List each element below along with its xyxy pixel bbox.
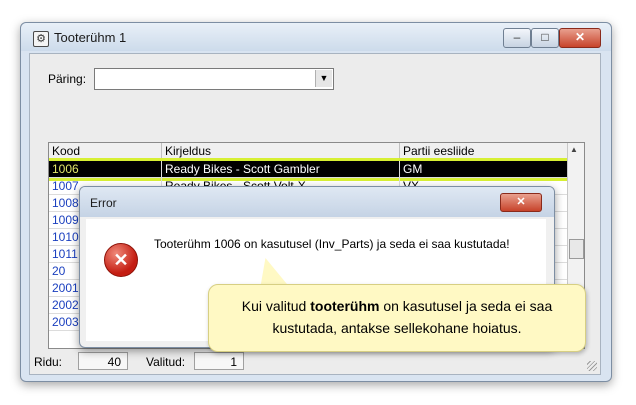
status-bar: Ridu: 40 Valitud: 1 bbox=[30, 350, 600, 374]
table-row[interactable]: 1006 Ready Bikes - Scott Gambler GM bbox=[49, 158, 571, 181]
error-dialog-title: Error bbox=[90, 196, 117, 210]
app-icon: ⚙ bbox=[33, 31, 49, 47]
column-header-code[interactable]: Kood bbox=[49, 143, 162, 160]
error-icon: ✕ bbox=[104, 243, 138, 277]
rows-count-value: 40 bbox=[78, 352, 128, 370]
query-label: Päring: bbox=[48, 72, 87, 86]
cell-code: 1006 bbox=[49, 161, 162, 177]
selected-count-value: 1 bbox=[194, 352, 244, 370]
scroll-thumb[interactable] bbox=[569, 239, 584, 259]
error-dialog-close-button[interactable]: ✕ bbox=[500, 193, 542, 212]
maximize-button[interactable]: □ bbox=[531, 28, 559, 48]
minimize-button[interactable]: – bbox=[503, 28, 531, 48]
cell-description: Ready Bikes - Scott Gambler bbox=[162, 161, 400, 177]
selected-count-label: Valitud: bbox=[146, 355, 186, 369]
query-dropdown[interactable]: ▼ bbox=[94, 68, 334, 90]
callout-text: Kui valitud tooterühm on kasutusel ja se… bbox=[221, 295, 573, 339]
resize-grip-icon[interactable] bbox=[587, 361, 597, 371]
scroll-up-icon[interactable]: ▲ bbox=[570, 145, 578, 154]
column-header-prefix[interactable]: Partii eesliide bbox=[400, 143, 568, 160]
window-title: Tooterühm 1 bbox=[54, 30, 127, 45]
chevron-down-icon[interactable]: ▼ bbox=[315, 70, 332, 87]
callout-text-before: Kui valitud bbox=[241, 298, 311, 314]
rows-count-label: Ridu: bbox=[34, 355, 63, 369]
table-header: Kood Kirjeldus Partii eesliide bbox=[49, 143, 568, 161]
column-header-description[interactable]: Kirjeldus bbox=[162, 143, 400, 160]
error-dialog-titlebar[interactable]: Error ✕ bbox=[80, 187, 554, 217]
close-button[interactable]: ✕ bbox=[559, 28, 601, 48]
cell-prefix: GM bbox=[400, 161, 568, 177]
error-message: Tooterühm 1006 on kasutusel (Inv_Parts) … bbox=[154, 237, 510, 251]
callout-text-bold: tooterühm bbox=[310, 298, 380, 314]
title-bar[interactable]: ⚙ Tooterühm 1 – □ ✕ bbox=[21, 23, 611, 51]
help-callout: Kui valitud tooterühm on kasutusel ja se… bbox=[208, 284, 586, 352]
